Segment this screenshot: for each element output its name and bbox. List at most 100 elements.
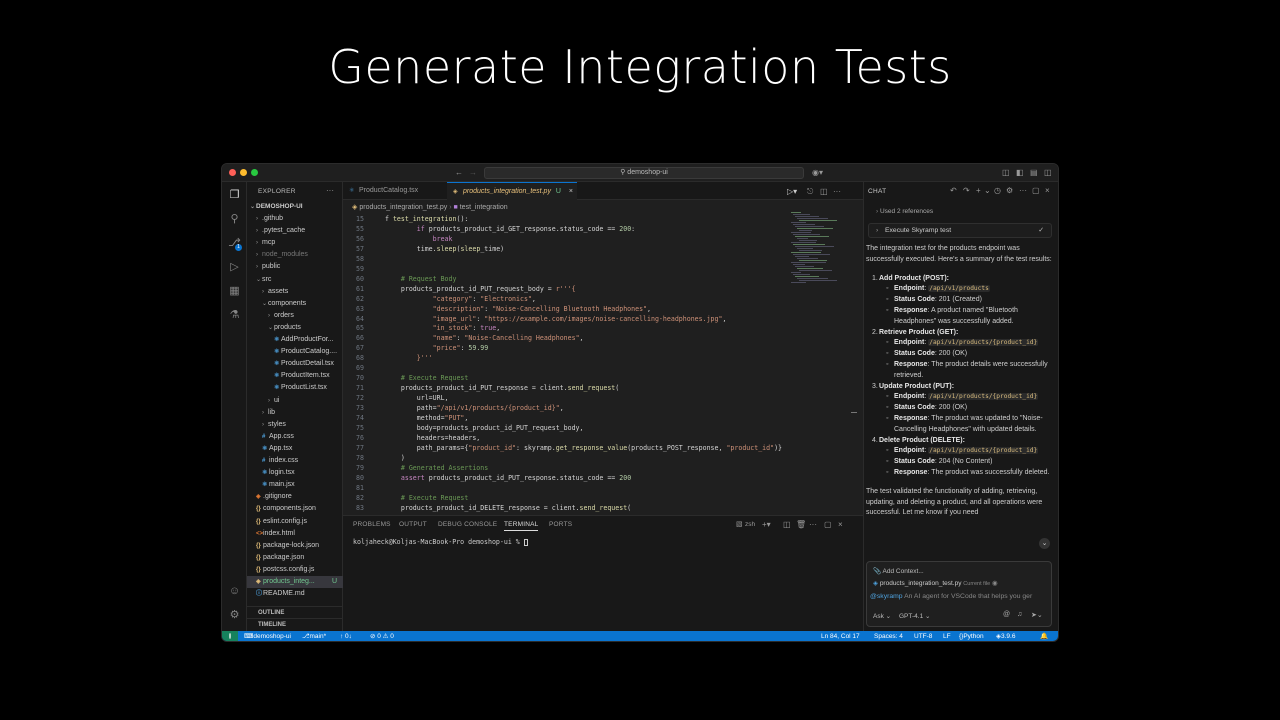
- code-line[interactable]: 62 "category": "Electronics",: [343, 294, 783, 304]
- toggle-sidebar-icon[interactable]: ◫: [1002, 167, 1010, 179]
- file-item[interactable]: ⚛ ProductDetail.tsx: [247, 358, 343, 370]
- redo-icon[interactable]: ↷: [963, 186, 970, 195]
- split-editor-icon[interactable]: ◫: [820, 186, 828, 198]
- context-file-chip[interactable]: ◈ products_integration_test.py Current f…: [873, 579, 998, 587]
- folder-item[interactable]: › .pytest_cache: [247, 225, 343, 237]
- send-icon[interactable]: ➤⌄: [1031, 611, 1043, 619]
- close-icon[interactable]: ×: [1045, 186, 1050, 195]
- close-tab-icon[interactable]: ×: [569, 188, 573, 195]
- workspace-status[interactable]: ⌨ demoshop-ui: [244, 631, 291, 641]
- run-file-icon[interactable]: ▷▾: [787, 186, 797, 198]
- copilot-icon[interactable]: ◉▾: [812, 167, 823, 179]
- tab-products-integration-test[interactable]: ◈ products_integration_test.py U ×: [447, 182, 577, 200]
- code-line[interactable]: 82 # Execute Request: [343, 493, 783, 503]
- maximize-icon[interactable]: ▢: [1032, 186, 1040, 195]
- code-line[interactable]: 58: [343, 254, 783, 264]
- file-item[interactable]: ⚛ AddProductFor...: [247, 334, 343, 346]
- code-line[interactable]: 75 body=products_product_id_PUT_request_…: [343, 423, 783, 433]
- workspace-root[interactable]: ⌄DEMOSHOP-UI: [247, 201, 343, 213]
- code-line[interactable]: 67 "price": 59.99: [343, 343, 783, 353]
- customize-layout-icon[interactable]: ◫: [1044, 167, 1052, 179]
- file-item[interactable]: {} components.json: [247, 503, 343, 515]
- compare-icon[interactable]: ⎋: [807, 186, 813, 198]
- code-line[interactable]: 78 ): [343, 453, 783, 463]
- file-item[interactable]: {} package.json: [247, 552, 343, 564]
- line-ending[interactable]: LF: [943, 631, 951, 641]
- folder-item[interactable]: › mcp: [247, 237, 343, 249]
- code-line[interactable]: 70 # Execute Request: [343, 373, 783, 383]
- timeline-section[interactable]: TIMELINE: [247, 618, 343, 630]
- code-line[interactable]: 72 url=URL,: [343, 393, 783, 403]
- more-icon[interactable]: ···: [833, 186, 841, 198]
- code-line[interactable]: 65 "in_stock": true,: [343, 323, 783, 333]
- eye-icon[interactable]: ◉: [992, 580, 998, 587]
- file-item[interactable]: {} eslint.config.js: [247, 516, 343, 528]
- outline-section[interactable]: OUTLINE: [247, 606, 343, 618]
- chevron-down-icon[interactable]: ⌄: [984, 186, 991, 195]
- breadcrumb-symbol[interactable]: test_integration: [460, 204, 508, 211]
- code-line[interactable]: 56 break: [343, 234, 783, 244]
- run-debug-icon[interactable]: ▷: [227, 260, 242, 275]
- tab-debug-console[interactable]: DEBUG CONSOLE: [438, 521, 497, 528]
- file-item[interactable]: ⚛ ProductList.tsx: [247, 382, 343, 394]
- references-toggle[interactable]: › Used 2 references: [876, 208, 933, 215]
- editor-scrollbar[interactable]: [851, 212, 861, 512]
- more-icon[interactable]: ···: [1019, 186, 1027, 195]
- folder-item[interactable]: ⌄src: [247, 274, 343, 286]
- kill-terminal-icon[interactable]: 🗑: [796, 520, 806, 529]
- close-panel-icon[interactable]: ×: [838, 520, 843, 529]
- search-icon[interactable]: ⚲: [227, 212, 242, 227]
- tab-terminal[interactable]: TERMINAL: [504, 521, 539, 531]
- folder-item[interactable]: › orders: [247, 310, 343, 322]
- tab-output[interactable]: OUTPUT: [399, 521, 427, 528]
- tab-ports[interactable]: PORTS: [549, 521, 572, 528]
- mode-select[interactable]: Ask ⌄: [873, 612, 891, 620]
- file-item[interactable]: # index.css: [247, 455, 343, 467]
- file-item[interactable]: <>index.html: [247, 528, 343, 540]
- more-actions-icon[interactable]: ···: [326, 186, 334, 195]
- explorer-icon[interactable]: ❐: [227, 188, 242, 203]
- scroll-down-icon[interactable]: ⌄: [1039, 538, 1050, 549]
- maximize-window-button[interactable]: [251, 169, 258, 176]
- folder-item[interactable]: › .github: [247, 213, 343, 225]
- file-item[interactable]: ◈ products_integ... U: [247, 576, 343, 588]
- close-window-button[interactable]: [229, 169, 236, 176]
- history-icon[interactable]: ◷: [994, 186, 1001, 195]
- minimize-window-button[interactable]: [240, 169, 247, 176]
- code-line[interactable]: 55 if products_product_id_GET_response.s…: [343, 224, 783, 234]
- python-version[interactable]: ◈ 3.9.6: [996, 631, 1015, 641]
- microphone-icon[interactable]: ♫: [1017, 611, 1022, 618]
- command-center-search[interactable]: ⚲ demoshop-ui: [484, 167, 804, 179]
- settings-gear-icon[interactable]: ⚙: [1006, 186, 1013, 195]
- settings-gear-icon[interactable]: ⚙: [227, 608, 242, 623]
- forward-arrow-icon[interactable]: →: [469, 167, 477, 179]
- folder-item[interactable]: › node_modules: [247, 249, 343, 261]
- tab-productcatalog[interactable]: ⚛ ProductCatalog.tsx: [343, 182, 447, 200]
- code-line[interactable]: 61 products_product_id_PUT_request_body …: [343, 284, 783, 294]
- code-line[interactable]: 79 # Generated Assertions: [343, 463, 783, 473]
- file-item[interactable]: {} postcss.config.js: [247, 564, 343, 576]
- minimap[interactable]: [787, 212, 847, 292]
- new-chat-icon[interactable]: +: [976, 186, 981, 195]
- code-line[interactable]: 64 "image_url": "https://example.com/ima…: [343, 314, 783, 324]
- file-item[interactable]: ⚛ ProductItem.tsx: [247, 370, 343, 382]
- code-line[interactable]: 68 }''': [343, 353, 783, 363]
- code-line[interactable]: 76 headers=headers,: [343, 433, 783, 443]
- problems-status[interactable]: ⊘ 0 ⚠ 0: [370, 631, 394, 641]
- sync-status[interactable]: ↑ 0↓: [340, 631, 352, 641]
- breadcrumb-file[interactable]: products_integration_test.py: [359, 204, 447, 211]
- mention-icon[interactable]: @: [1003, 611, 1010, 618]
- language-mode[interactable]: {} Python: [959, 631, 984, 641]
- code-line[interactable]: 69: [343, 363, 783, 373]
- code-line[interactable]: 59: [343, 264, 783, 274]
- code-line[interactable]: 57 time.sleep(sleep_time): [343, 244, 783, 254]
- folder-item[interactable]: › public: [247, 261, 343, 273]
- code-line[interactable]: 81: [343, 483, 783, 493]
- tab-problems[interactable]: PROBLEMS: [353, 521, 391, 528]
- folder-item[interactable]: ⌄products: [247, 322, 343, 334]
- indentation[interactable]: Spaces: 4: [874, 631, 903, 641]
- terminal-output[interactable]: koljaheck@Koljas-MacBook-Pro demoshop-ui…: [353, 538, 528, 546]
- code-line[interactable]: 60 # Request Body: [343, 274, 783, 284]
- file-item[interactable]: ⚛ login.tsx: [247, 467, 343, 479]
- split-terminal-icon[interactable]: ◫: [783, 520, 791, 529]
